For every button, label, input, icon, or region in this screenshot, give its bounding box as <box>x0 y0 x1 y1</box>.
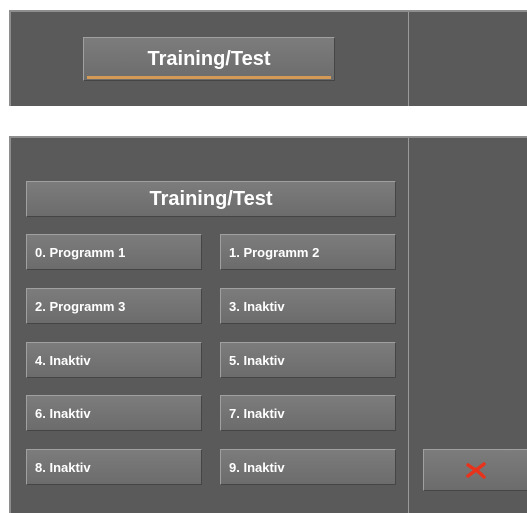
program-button-7[interactable]: 7. Inaktiv <box>220 395 396 431</box>
training-test-button[interactable]: Training/Test <box>83 37 335 81</box>
close-icon <box>465 461 487 479</box>
program-button-3[interactable]: 3. Inaktiv <box>220 288 396 324</box>
program-button-5[interactable]: 5. Inaktiv <box>220 342 396 378</box>
program-button-0[interactable]: 0. Programm 1 <box>26 234 202 270</box>
program-button-8[interactable]: 8. Inaktiv <box>26 449 202 485</box>
training-test-button-label: Training/Test <box>147 47 271 70</box>
close-button[interactable] <box>423 449 527 491</box>
program-button-9[interactable]: 9. Inaktiv <box>220 449 396 485</box>
program-panel: Training/Test 0. Programm 1 1. Programm … <box>9 136 527 513</box>
program-button-1[interactable]: 1. Programm 2 <box>220 234 396 270</box>
program-panel-divider <box>408 138 409 513</box>
active-indicator <box>87 76 331 79</box>
top-panel: Training/Test <box>9 10 527 106</box>
program-button-6[interactable]: 6. Inaktiv <box>26 395 202 431</box>
program-panel-title: Training/Test <box>26 181 396 217</box>
program-button-4[interactable]: 4. Inaktiv <box>26 342 202 378</box>
program-button-2[interactable]: 2. Programm 3 <box>26 288 202 324</box>
top-panel-divider <box>408 12 409 106</box>
